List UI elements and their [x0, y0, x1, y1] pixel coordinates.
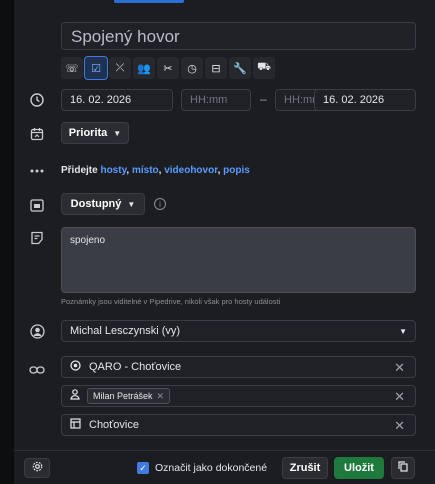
person-field[interactable]: Milan Petrášek ✕ ✕ — [61, 385, 416, 407]
clear-deal-icon[interactable]: ✕ — [394, 419, 405, 432]
clock-icon — [28, 91, 46, 109]
wrench-icon[interactable]: 🔧 — [229, 57, 251, 79]
activity-type-selector: ☏ ☑ ⤫ 👥 ✂ ◷ ⊟ 🔧 ⛟ — [61, 56, 275, 80]
priority-dropdown[interactable]: Priorita ▼ — [61, 122, 129, 144]
car-icon[interactable]: ⊟ — [205, 57, 227, 79]
clear-person-icon[interactable]: ✕ — [394, 390, 405, 403]
link-icon — [28, 361, 46, 379]
start-date-input[interactable]: 16. 02. 2026 — [61, 89, 173, 111]
time-range-dash: – — [260, 92, 267, 106]
user-circle-icon — [28, 322, 46, 340]
organization-label: QARO - Choťovice — [89, 361, 182, 373]
priority-label: Priorita — [68, 127, 108, 139]
organization-icon — [70, 360, 81, 374]
availability-dropdown[interactable]: Dostupný ▼ — [61, 193, 145, 215]
note-icon — [28, 229, 46, 247]
deal-field[interactable]: Choťovice ✕ — [61, 414, 416, 436]
phone-icon[interactable]: ☏ — [61, 57, 83, 79]
owner-select[interactable]: Michal Lesczynski (vy) ▼ — [61, 320, 416, 342]
gear-icon — [32, 461, 43, 475]
person-icon — [70, 389, 80, 403]
start-time-input[interactable]: HH:mm — [181, 89, 251, 111]
activity-editor-panel: Spojený hovor ☏ ☑ ⤫ 👥 ✂ ◷ ⊟ 🔧 ⛟ 16. 02. 2026 HH:… — [14, 0, 435, 484]
truck-icon[interactable]: ⛟ — [253, 57, 275, 79]
notes-textarea[interactable]: spojeno — [61, 227, 416, 293]
deadline-icon[interactable]: ⤫ — [109, 57, 131, 79]
calendar-priority-icon — [28, 125, 46, 143]
add-video-link[interactable]: videohovor — [164, 165, 217, 176]
organization-field[interactable]: QARO - Choťovice ✕ — [61, 356, 416, 378]
mark-done-checkbox[interactable]: ✓ — [137, 462, 149, 474]
owner-label: Michal Lesczynski (vy) — [70, 325, 181, 337]
person-chip: Milan Petrášek ✕ — [87, 388, 171, 404]
chevron-down-icon: ▼ — [127, 199, 136, 209]
clock-icon[interactable]: ◷ — [181, 57, 203, 79]
info-icon[interactable]: i — [154, 198, 166, 210]
task-icon[interactable]: ☑ — [84, 56, 108, 80]
meeting-icon[interactable]: 👥 — [133, 57, 155, 79]
save-button[interactable]: Uložit — [334, 457, 384, 479]
end-date-input[interactable]: 16. 02. 2026 — [314, 89, 416, 111]
settings-button[interactable] — [24, 458, 50, 478]
add-guests-link[interactable]: hosty — [100, 165, 126, 176]
cancel-button[interactable]: Zrušit — [282, 457, 328, 479]
add-place-link[interactable]: místo — [132, 165, 159, 176]
person-chip-label: Milan Petrášek — [93, 391, 153, 401]
active-tab-indicator — [114, 0, 184, 3]
mark-done-label[interactable]: Označit jako dokončené — [155, 462, 267, 474]
duplicate-button[interactable] — [391, 457, 415, 479]
notes-hint: Poznámky jsou viditelné v Pipedrive, nik… — [61, 297, 281, 306]
add-details-prefix: Přidejte — [61, 165, 101, 176]
tools-icon[interactable]: ✂ — [157, 57, 179, 79]
remove-person-icon[interactable]: ✕ — [157, 391, 165, 402]
activity-title-input[interactable]: Spojený hovor — [61, 22, 416, 50]
add-details-line: Přidejte hosty, místo, videohovor, popis — [61, 165, 250, 176]
add-description-link[interactable]: popis — [223, 165, 250, 176]
availability-icon — [28, 196, 46, 214]
deal-label: Choťovice — [89, 419, 139, 431]
clear-organization-icon[interactable]: ✕ — [394, 361, 405, 374]
more-dots-icon — [28, 162, 46, 180]
chevron-down-icon: ▼ — [399, 326, 407, 336]
copy-icon — [398, 461, 408, 475]
availability-label: Dostupný — [70, 198, 122, 210]
chevron-down-icon: ▼ — [113, 128, 122, 138]
deal-icon — [70, 418, 81, 432]
footer-divider — [14, 450, 435, 451]
